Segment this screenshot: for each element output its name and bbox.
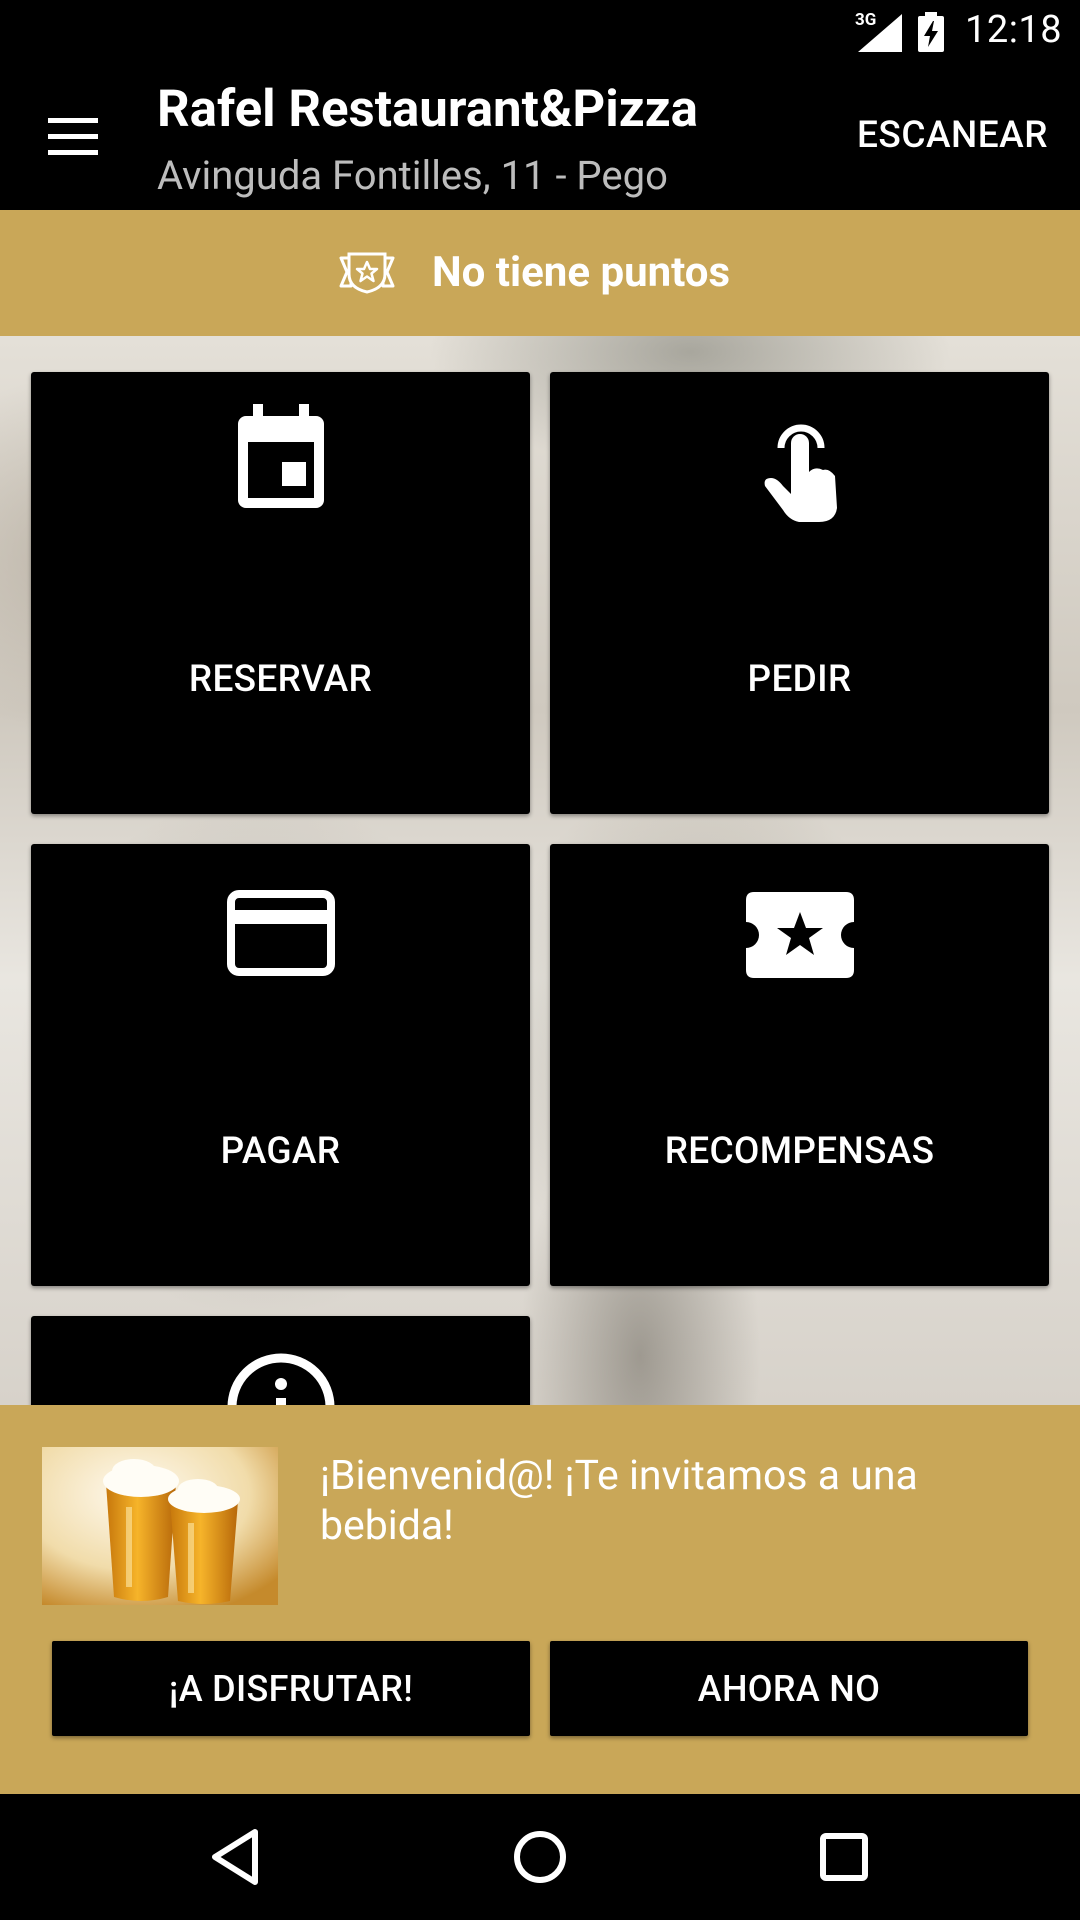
restaurant-name: Rafel Restaurant&Pizza	[157, 80, 698, 139]
info-icon	[227, 1353, 334, 1406]
reservar-label: RESERVAR	[188, 658, 373, 701]
pagar-tile[interactable]: PAGAR	[31, 844, 530, 1286]
credit-card-icon	[226, 890, 335, 976]
points-status: No tiene puntos	[432, 248, 731, 297]
pedir-label: PEDIR	[747, 658, 852, 701]
ticket-star-icon	[745, 892, 854, 978]
system-navigation-bar	[0, 1794, 1080, 1920]
info-tile[interactable]	[31, 1316, 530, 1406]
hamburger-menu-icon[interactable]	[48, 118, 98, 156]
actions-area: RESERVAR PEDIR PAGAR RECOMPENSAS	[0, 336, 1080, 1406]
badge-star-icon	[339, 252, 395, 294]
scan-button[interactable]: ESCANEAR	[857, 114, 1048, 157]
app-bar: Rafel Restaurant&Pizza Avinguda Fontille…	[0, 64, 1080, 210]
reservar-tile[interactable]: RESERVAR	[31, 372, 530, 814]
battery-charging-icon	[918, 12, 944, 52]
calendar-icon	[237, 404, 324, 508]
clock: 12:18	[965, 8, 1063, 52]
recents-icon[interactable]	[811, 1824, 877, 1890]
beer-glasses-image	[42, 1447, 278, 1605]
points-bar: No tiene puntos	[0, 210, 1080, 336]
restaurant-address: Avinguda Fontilles, 11 - Pego	[157, 152, 668, 199]
accept-offer-button[interactable]: ¡A DISFRUTAR!	[52, 1641, 530, 1736]
back-icon[interactable]	[203, 1824, 269, 1890]
recompensas-tile[interactable]: RECOMPENSAS	[550, 844, 1049, 1286]
pagar-label: PAGAR	[220, 1130, 341, 1173]
touch-hand-icon	[764, 424, 837, 522]
promo-panel: ¡Bienvenid@! ¡Te invitamos a una bebida!…	[0, 1405, 1080, 1794]
signal-icon	[858, 14, 902, 52]
recompensas-label: RECOMPENSAS	[664, 1130, 935, 1173]
promo-message: ¡Bienvenid@! ¡Te invitamos a una bebida!	[320, 1452, 918, 1550]
pedir-tile[interactable]: PEDIR	[550, 372, 1049, 814]
home-icon[interactable]	[507, 1824, 573, 1890]
status-bar: 3G 12:18	[0, 0, 1080, 64]
decline-offer-button[interactable]: AHORA NO	[550, 1641, 1028, 1736]
